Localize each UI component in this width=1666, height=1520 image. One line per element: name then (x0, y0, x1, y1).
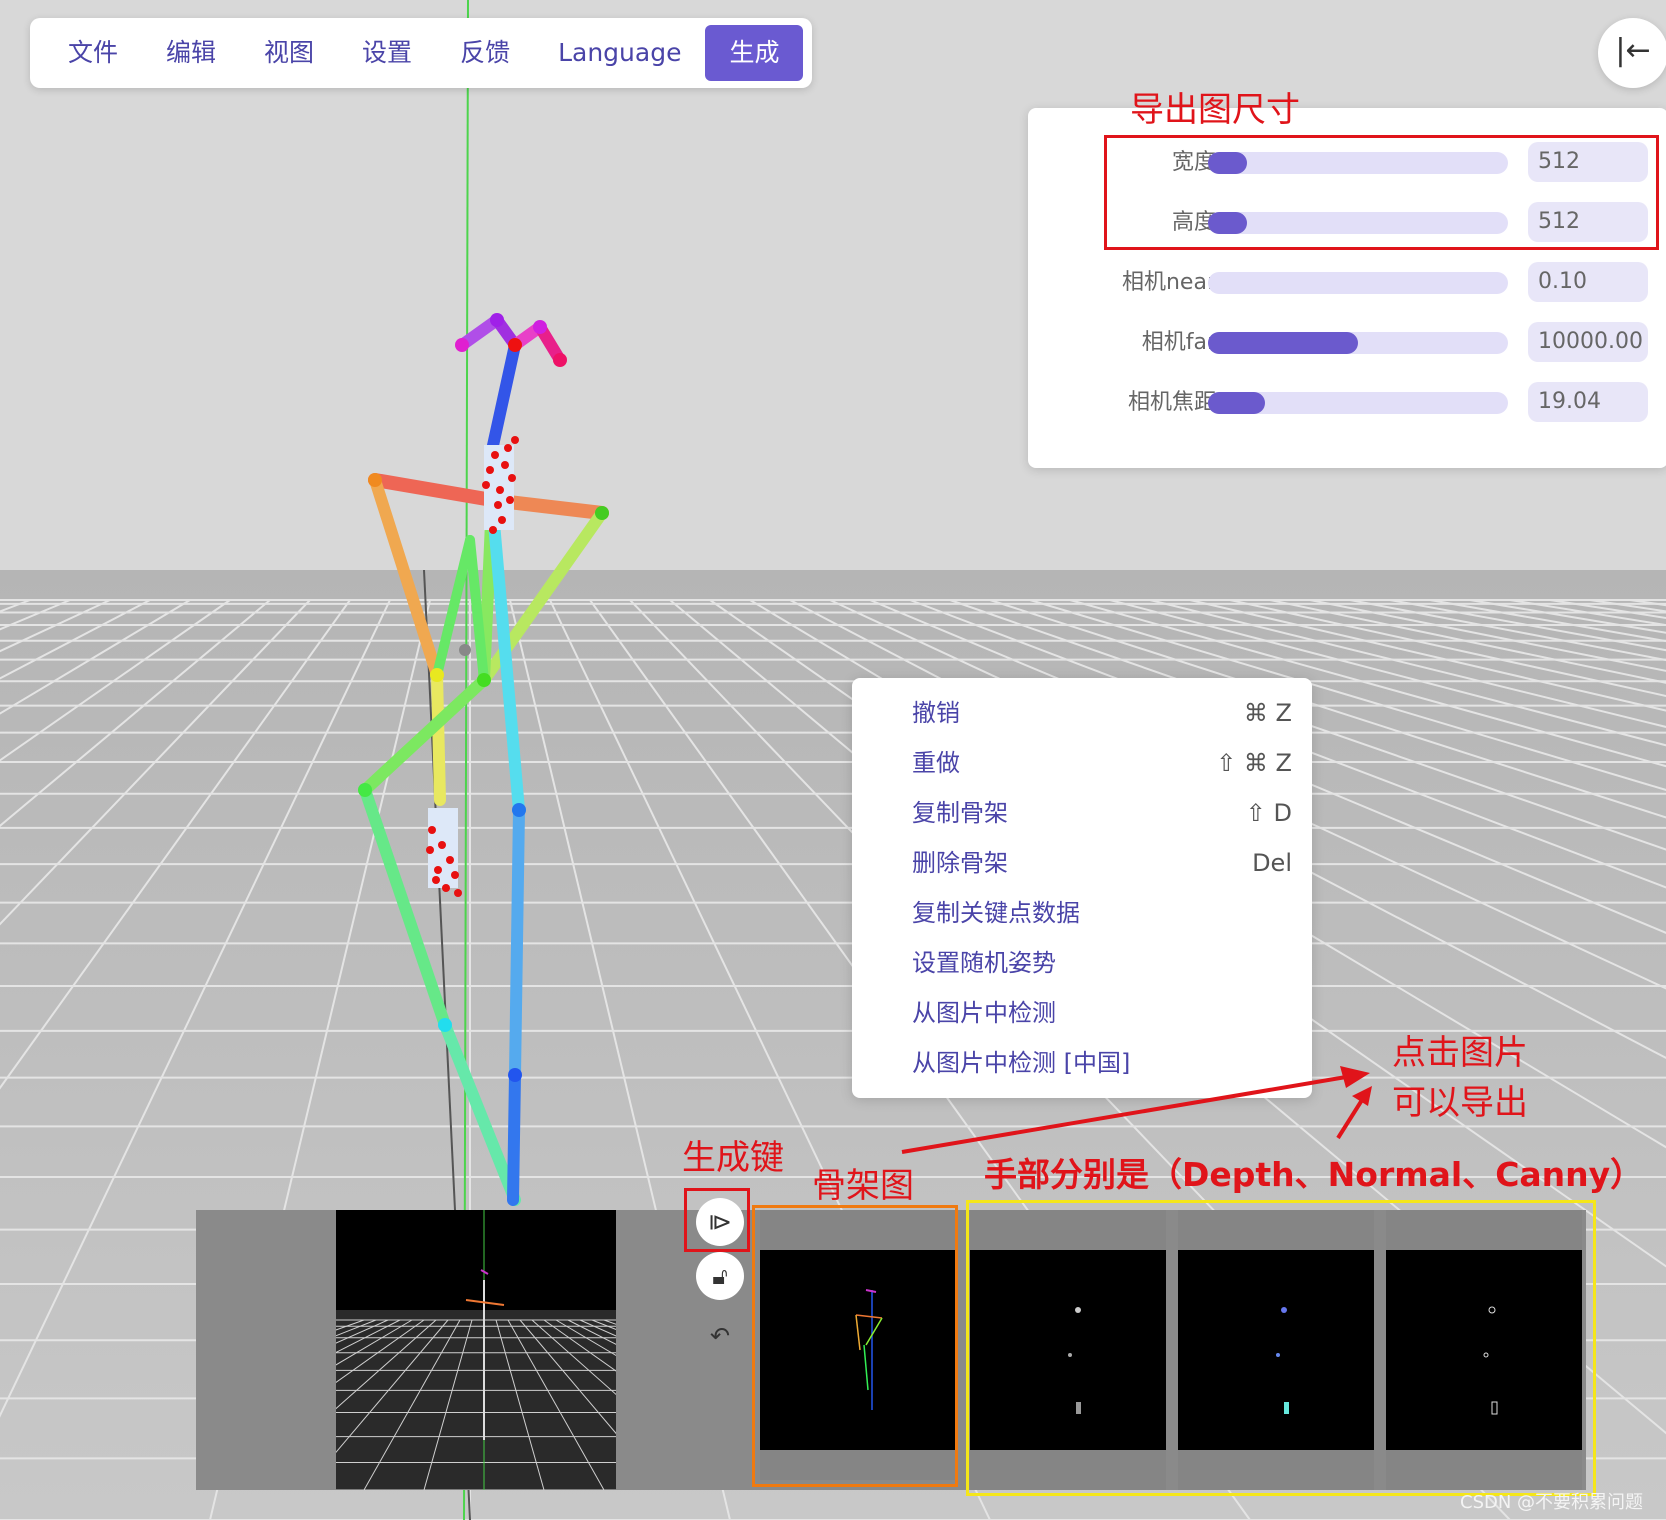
highlight-box-hand-maps (966, 1200, 1596, 1496)
setting-row: 相机far 10000.00 (1028, 318, 1666, 368)
context-menu-shortcut: ⇧ ⌘ Z (1216, 749, 1292, 777)
menu-item-6[interactable]: 生成 (705, 25, 804, 81)
context-menu: 撤销 ⌘ Z 重做 ⇧ ⌘ Z 复制骨架 ⇧ D 删除骨架 Del 复制关键点数据 设置随机姿势从… (852, 678, 1312, 1098)
setting-value-input[interactable]: 10000.00 (1528, 322, 1648, 362)
context-menu-shortcut: Del (1252, 849, 1292, 877)
context-menu-label: 撤销 (912, 699, 960, 727)
context-menu-shortcut: ⌘ Z (1243, 699, 1292, 727)
setting-slider[interactable] (1208, 272, 1508, 294)
context-menu-label: 删除骨架 (912, 849, 1008, 877)
context-menu-label: 复制关键点数据 (912, 899, 1080, 927)
setting-label: 相机far (1141, 330, 1216, 355)
play-step-icon: ⧐ (708, 1208, 732, 1236)
context-menu-item[interactable]: 从图片中检测 (852, 988, 1312, 1038)
undo-icon: ↶ (709, 1322, 731, 1350)
annotation-generate-key: 生成键 (682, 1138, 784, 1178)
setting-row: 相机near 0.10 (1028, 258, 1666, 308)
annotation-click-line1: 点击图片 (1392, 1033, 1528, 1073)
setting-value-input[interactable]: 0.10 (1528, 262, 1648, 302)
menu-item-2[interactable]: 视图 (240, 25, 338, 81)
menu-item-1[interactable]: 编辑 (142, 25, 240, 81)
context-menu-item[interactable]: 复制骨架 ⇧ D (852, 788, 1312, 838)
annotation-click-line2: 可以导出 (1392, 1083, 1528, 1123)
context-menu-label: 复制骨架 (912, 799, 1008, 827)
context-menu-item[interactable]: 撤销 ⌘ Z (852, 688, 1312, 738)
context-menu-item[interactable]: 删除骨架 Del (852, 838, 1312, 888)
preview-grid (336, 1210, 616, 1490)
context-menu-label: 从图片中检测 (912, 999, 1056, 1027)
menu-item-5[interactable]: Language (534, 25, 705, 81)
collapse-panel-button[interactable]: |← (1598, 18, 1666, 88)
menu-item-4[interactable]: 反馈 (436, 25, 534, 81)
annotation-hands-maps: 手部分别是（Depth、Normal、Canny） (984, 1155, 1644, 1194)
menu-item-0[interactable]: 文件 (44, 25, 142, 81)
context-menu-label: 从图片中检测 [中国] (912, 1049, 1131, 1077)
top-menu-bar: 文件 编辑 视图 设置 反馈 Language 生成 (30, 18, 812, 88)
collapse-left-icon: |← (1615, 33, 1651, 68)
context-menu-item[interactable]: 从图片中检测 [中国] (852, 1038, 1312, 1088)
menu-item-3[interactable]: 设置 (338, 25, 436, 81)
context-menu-label: 重做 (912, 749, 960, 777)
context-menu-label: 设置随机姿势 (912, 949, 1056, 977)
context-menu-item[interactable]: 设置随机姿势 (852, 938, 1312, 988)
unlock-icon: 🔓︎ (712, 1262, 728, 1290)
context-menu-item[interactable]: 复制关键点数据 (852, 888, 1312, 938)
annotation-export-size: 导出图尺寸 (1130, 90, 1300, 130)
undo-button[interactable]: ↶ (696, 1312, 744, 1360)
setting-slider[interactable] (1208, 332, 1508, 354)
annotation-skeleton-map: 骨架图 (812, 1166, 914, 1206)
slider-fill (1208, 392, 1265, 414)
highlight-box-skeleton-map (752, 1205, 958, 1487)
watermark: CSDN @不要积累问题 (1460, 1492, 1644, 1513)
setting-row: 相机焦距 19.04 (1028, 378, 1666, 428)
context-menu-shortcut: ⇧ D (1245, 799, 1292, 827)
setting-label: 相机near (1121, 270, 1216, 295)
setting-slider[interactable] (1208, 392, 1508, 414)
highlight-box-export-size (1104, 135, 1659, 250)
setting-value-input[interactable]: 19.04 (1528, 382, 1648, 422)
scene-preview-image[interactable] (336, 1210, 616, 1490)
generate-button[interactable]: ⧐ (696, 1198, 744, 1246)
setting-label: 相机焦距 (1127, 390, 1216, 415)
context-menu-item[interactable]: 重做 ⇧ ⌘ Z (852, 738, 1312, 788)
slider-fill (1208, 332, 1358, 354)
lock-button[interactable]: 🔓︎ (696, 1252, 744, 1300)
